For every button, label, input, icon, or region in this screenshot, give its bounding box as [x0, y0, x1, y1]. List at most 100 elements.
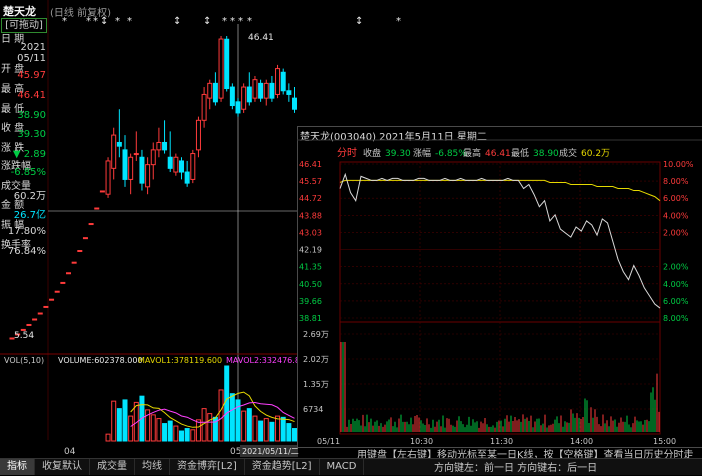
price-tick: 43.88	[299, 211, 322, 220]
pct-tick: 2.00%	[663, 228, 689, 237]
candle	[49, 298, 55, 301]
candle	[235, 98, 241, 117]
candle	[60, 281, 66, 284]
candle	[173, 153, 179, 176]
pct-tick: 6.00%	[663, 297, 689, 306]
pct-tick: 4.00%	[663, 280, 689, 289]
candle	[167, 131, 173, 173]
candle	[224, 36, 230, 92]
candle	[116, 109, 122, 158]
price-tick: 45.57	[299, 177, 322, 186]
candle	[82, 237, 88, 240]
volume-bar	[229, 393, 235, 442]
event-marker: *	[115, 16, 120, 27]
candle	[32, 318, 38, 321]
candle	[252, 75, 258, 102]
pct-tick: 4.00%	[663, 211, 689, 220]
low-annotation: 5.54	[14, 331, 34, 341]
volume-bars	[105, 365, 297, 442]
x-tick-05: 05	[230, 447, 241, 457]
candle	[195, 116, 201, 158]
volume-bar	[224, 365, 230, 442]
volume-bar	[116, 408, 122, 442]
tab-1[interactable]: 收复默认	[35, 459, 90, 475]
candle	[263, 79, 269, 106]
price-tick: 38.81	[299, 314, 322, 323]
x-tick-04: 04	[64, 447, 76, 457]
candle	[241, 83, 247, 113]
candle	[111, 127, 117, 180]
mode-label: 分时	[337, 147, 357, 159]
tab-3[interactable]: 均线	[135, 459, 170, 475]
volume-bar	[150, 414, 156, 442]
event-marker: ↕	[100, 16, 108, 27]
low-label: 最低	[511, 147, 529, 159]
volume-tick: 2.69万	[303, 330, 329, 339]
intraday-chart[interactable]: 分时 收盘 39.30 涨幅 -6.85% 最高 46.41 最低 38.90 …	[297, 126, 702, 446]
candle	[105, 157, 111, 198]
pct-tick: 6.00%	[663, 194, 689, 203]
volume-bar	[263, 418, 269, 442]
candle	[201, 87, 207, 128]
candle	[269, 75, 275, 102]
event-marker: *	[247, 16, 252, 27]
close-label: 收盘	[363, 147, 381, 159]
help-line-2: 方向键左：前一日 方向键右：后一日	[434, 463, 598, 474]
candle	[43, 305, 49, 308]
candle	[88, 223, 94, 226]
event-marker: *	[230, 16, 235, 27]
volume-tick: 2.02万	[303, 355, 329, 364]
volume-tick: 1.35万	[303, 380, 329, 389]
event-marker: ↕	[355, 16, 363, 27]
tab-5[interactable]: 资金趋势[L2]	[245, 459, 320, 475]
tab-0[interactable]: 指标	[0, 459, 35, 475]
volume-bar	[218, 389, 224, 442]
candle	[54, 290, 60, 293]
candle	[77, 250, 83, 253]
pct-tick: 10.00%	[663, 160, 694, 169]
high-label: 最高	[463, 147, 481, 159]
candle	[184, 160, 190, 187]
candle	[156, 127, 162, 158]
volume-bar	[167, 420, 173, 442]
volume-bar	[241, 410, 247, 442]
pct-tick: 8.00%	[663, 314, 689, 323]
candle	[292, 87, 297, 113]
event-marker: *	[222, 16, 227, 27]
volume-bar	[179, 430, 184, 442]
volume-bar	[128, 415, 134, 442]
pct-tick: 8.00%	[663, 177, 689, 186]
time-tick: 05/11	[317, 437, 340, 446]
tab-6[interactable]: MACD	[320, 459, 365, 475]
event-marker: *	[62, 16, 67, 27]
volume-bar	[173, 425, 179, 442]
volume-bar	[184, 428, 190, 442]
time-tick: 14:00	[570, 437, 593, 446]
volume-bar	[105, 433, 111, 442]
low-value: 38.90	[533, 149, 559, 159]
price-tick: 44.72	[299, 194, 322, 203]
event-marker: *	[127, 16, 132, 27]
candle	[275, 64, 281, 99]
event-marker: *	[396, 16, 401, 27]
price-tick: 41.35	[299, 263, 322, 272]
volume-bar	[122, 399, 128, 442]
volume-bar	[156, 418, 162, 442]
event-marker: ↕	[173, 16, 181, 27]
candle	[139, 149, 145, 191]
candle	[280, 68, 286, 95]
volume-bar	[269, 421, 275, 442]
vol-indicator-mavol1: MAVOL1:378119.600	[138, 356, 222, 365]
candle	[122, 135, 128, 187]
tab-4[interactable]: 资金博弈[L2]	[170, 459, 245, 475]
volume-bar	[275, 415, 281, 442]
tab-2[interactable]: 成交量	[90, 459, 135, 475]
volume-bar	[258, 420, 264, 442]
candle	[71, 261, 77, 264]
candles	[9, 36, 297, 340]
candle	[145, 157, 151, 195]
close-value: 39.30	[385, 149, 411, 159]
vol-indicator-name: VOL(5,10)	[4, 356, 44, 365]
event-marker: *	[238, 16, 243, 27]
volume-bar	[111, 400, 117, 442]
